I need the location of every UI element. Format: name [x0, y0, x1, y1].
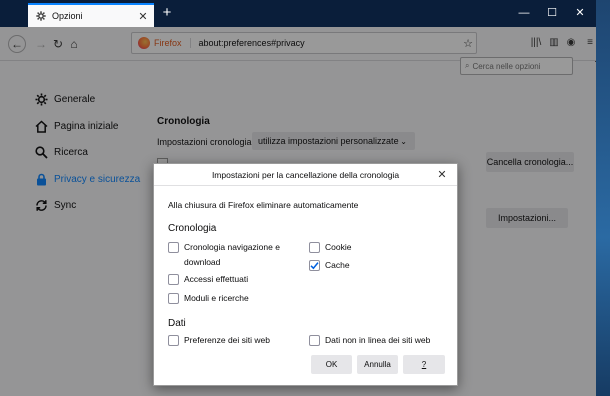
checkbox-box[interactable] [168, 335, 179, 346]
checkbox-forms[interactable]: Moduli e ricerche [168, 291, 249, 306]
checkbox-label: Cronologia navigazione e download [184, 242, 280, 267]
tab-title: Opzioni [52, 11, 83, 21]
tab-overflow [2, 3, 24, 27]
checkbox-box[interactable] [168, 293, 179, 304]
checkbox-label: Moduli e ricerche [184, 293, 249, 303]
data-heading: Dati [168, 318, 186, 329]
checkbox-offline-data[interactable]: Dati non in linea dei siti web [309, 333, 430, 348]
maximize-button[interactable]: ☐ [538, 3, 566, 23]
checkbox-label: Preferenze dei siti web [184, 335, 270, 345]
gear-icon [36, 11, 46, 21]
checkbox-logins[interactable]: Accessi effettuati [168, 272, 248, 287]
new-tab-button[interactable]: + [158, 4, 176, 22]
checkbox-box[interactable] [309, 335, 320, 346]
clear-history-settings-dialog: Impostazioni per la cancellazione della … [153, 163, 458, 386]
tab-close-icon[interactable]: ✕ [136, 10, 150, 23]
checkbox-box[interactable] [168, 242, 179, 253]
checkbox-box[interactable] [168, 274, 179, 285]
dialog-intro: Alla chiusura di Firefox eliminare autom… [168, 200, 359, 210]
checkbox-label: Accessi effettuati [184, 274, 249, 284]
desktop-edge [596, 0, 610, 396]
checkbox-label: Dati non in linea dei siti web [325, 335, 431, 345]
cancel-button[interactable]: Annulla [357, 355, 398, 374]
window-close-button[interactable]: ✕ [566, 3, 594, 23]
dialog-close-icon[interactable]: ✕ [435, 167, 449, 183]
checkbox-cache[interactable]: Cache [309, 258, 350, 273]
checkmark-icon [310, 262, 319, 270]
history-heading: Cronologia [168, 223, 217, 234]
ok-button[interactable]: OK [311, 355, 352, 374]
tab-strip: Opzioni ✕ + — ☐ ✕ [0, 0, 596, 27]
minimize-button[interactable]: — [510, 3, 538, 23]
checkbox-site-preferences[interactable]: Preferenze dei siti web [168, 333, 270, 348]
checkbox-label: Cookie [325, 242, 352, 252]
dialog-title: Impostazioni per la cancellazione della … [154, 164, 457, 186]
tab-options[interactable]: Opzioni ✕ [28, 3, 154, 27]
checkbox-cookies[interactable]: Cookie [309, 240, 351, 255]
checkbox-box[interactable] [309, 242, 320, 253]
checkbox-box[interactable] [309, 260, 320, 271]
help-button[interactable]: ? [403, 355, 445, 374]
checkbox-label: Cache [325, 260, 350, 270]
checkbox-browsing-history[interactable]: Cronologia navigazione e download [168, 240, 298, 270]
